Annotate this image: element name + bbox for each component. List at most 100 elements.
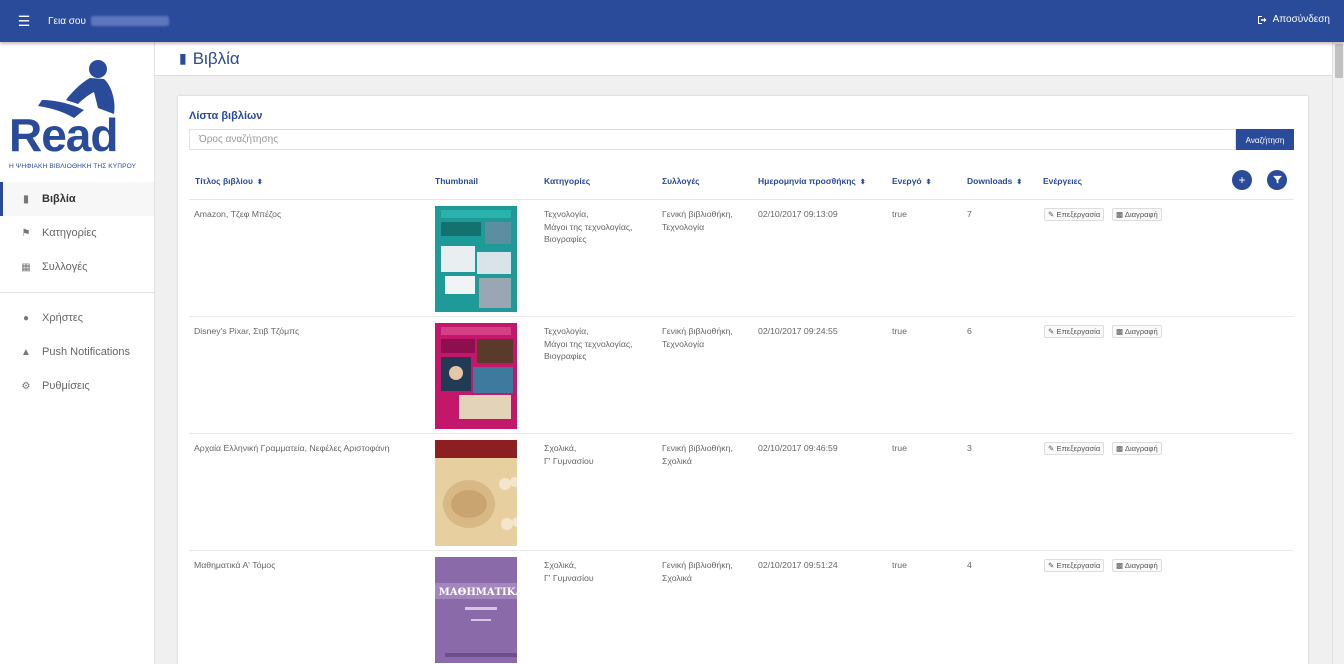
logout-label: Αποσύνδεση [1272, 14, 1330, 25]
book-icon: ▮ [23, 193, 29, 205]
book-title: Μαθηματικά Α' Τόμος [194, 560, 276, 570]
edit-label: Επεξεργασία [1056, 327, 1101, 336]
trash-icon: ▩ [1116, 327, 1124, 336]
column-header-active[interactable]: Ενεργό ⬍ [892, 176, 931, 186]
category-item: Μάγοι της τεχνολογίας, [544, 221, 633, 232]
book-thumbnail[interactable] [435, 440, 517, 546]
delete-label: Διαγραφή [1124, 444, 1158, 453]
table-row: Μαθηματικά Α' Τόμος ΜΑΘΗΜΑΤΙΚΑ Σχολικά, … [189, 551, 1294, 664]
search-input[interactable]: Όρος αναζήτησης [189, 129, 1236, 150]
column-header-actions: Ενέργειες [1043, 176, 1082, 186]
book-date: 02/10/2017 09:46:59 [758, 443, 838, 453]
sign-out-icon [1257, 15, 1267, 24]
page-header: ▮ Βιβλία [155, 42, 1332, 76]
table-row: Disney's Pixar, Στιβ Τζόμπς Τεχνολογία, … [189, 317, 1294, 434]
sidebar-nav: ▮ Βιβλία ⚑ Κατηγορίες ▦ Συλλογές ● Χρήστ… [0, 182, 154, 403]
book-title: Disney's Pixar, Στιβ Τζόμπς [194, 326, 300, 336]
delete-button[interactable]: ▩ Διαγραφή [1112, 325, 1162, 338]
plus-icon: + [1238, 173, 1246, 187]
vertical-scrollbar[interactable] [1332, 42, 1344, 664]
column-header-label: Ενεργό [892, 176, 922, 186]
book-date: 02/10/2017 09:51:24 [758, 560, 838, 570]
sort-icon: ⬍ [1016, 179, 1023, 186]
category-item: Σχολικά, [544, 443, 577, 453]
edit-button[interactable]: ✎ Επεξεργασία [1044, 559, 1105, 572]
column-header-date[interactable]: Ημερομηνία προσθήκης ⬍ [758, 176, 866, 186]
trash-icon: ▩ [1116, 210, 1124, 219]
delete-label: Διαγραφή [1124, 561, 1158, 570]
book-categories: Τεχνολογία, Μάγοι της τεχνολογίας, Βιογρ… [544, 325, 632, 363]
trash-icon: ▩ [1116, 561, 1124, 570]
sidebar-item-label: Push Notifications [42, 346, 131, 358]
sidebar-item-label: Συλλογές [42, 261, 88, 273]
sidebar-item-label: Κατηγορίες [42, 227, 97, 239]
sidebar-item-push-notifications[interactable]: ▲ Push Notifications [0, 335, 154, 369]
book-thumbnail[interactable]: ΜΑΘΗΜΑΤΙΚΑ [435, 557, 517, 663]
column-header-thumbnail: Thumbnail [435, 176, 478, 186]
add-book-button[interactable]: + [1232, 170, 1252, 190]
users-icon: ● [22, 312, 30, 324]
category-item: Γ' Γυμνασίου [544, 572, 594, 583]
edit-button[interactable]: ✎ Επεξεργασία [1044, 208, 1105, 221]
edit-button[interactable]: ✎ Επεξεργασία [1044, 442, 1105, 455]
svg-text:ΜΑΘΗΜΑΤΙΚΑ: ΜΑΘΗΜΑΤΙΚΑ [439, 587, 517, 598]
table-row: Amazon, Τζεφ Μπέζος Τεχνολογία, Μάγοι τη… [189, 200, 1294, 317]
sort-icon: ⬍ [859, 179, 866, 186]
logo-subtitle: Η ΨΗΦΙΑΚΗ ΒΙΒΛΙΟΘΗΚΗ ΤΗΣ ΚΥΠΡΟΥ [9, 163, 137, 170]
logout-button[interactable]: Αποσύνδεση [1257, 14, 1330, 25]
column-header-downloads[interactable]: Downloads ⬍ [967, 176, 1022, 186]
column-header-title[interactable]: Τίτλος βιβλίου ⬍ [195, 176, 263, 186]
book-collections: Γενική βιβλιοθήκη, Σχολικά [662, 442, 733, 467]
pencil-icon: ✎ [1048, 210, 1055, 219]
edit-button[interactable]: ✎ Επεξεργασία [1044, 325, 1105, 338]
menu-icon[interactable]: ☰ [0, 13, 48, 30]
collection-item: Γενική βιβλιοθήκη, [662, 560, 733, 570]
sidebar-item-categories[interactable]: ⚑ Κατηγορίες [0, 216, 154, 250]
book-active: true [892, 443, 907, 453]
scrollbar-thumb[interactable] [1335, 44, 1343, 78]
logo-wordmark: Read [9, 109, 118, 161]
column-header-label: Thumbnail [435, 176, 478, 186]
column-header-label: Ημερομηνία προσθήκης [758, 176, 856, 186]
category-item: Σχολικά, [544, 560, 577, 570]
column-header-label: Τίτλος βιβλίου [195, 176, 253, 186]
search-button[interactable]: Αναζήτηση [1236, 129, 1294, 150]
bell-icon: ▲ [21, 346, 31, 358]
sidebar-item-label: Ρυθμίσεις [42, 380, 90, 392]
book-downloads: 4 [967, 560, 972, 570]
greeting: Γεια σου [48, 16, 169, 27]
collection-item: Γενική βιβλιοθήκη, [662, 209, 733, 219]
delete-button[interactable]: ▩ Διαγραφή [1112, 559, 1162, 572]
collection-item: Σχολικά [662, 455, 692, 466]
book-title: Amazon, Τζεφ Μπέζος [194, 209, 282, 219]
book-categories: Σχολικά, Γ' Γυμνασίου [544, 442, 594, 467]
book-downloads: 7 [967, 209, 972, 219]
category-item: Βιογραφίες [544, 234, 587, 244]
book-thumbnail[interactable] [435, 323, 517, 429]
delete-button[interactable]: ▩ Διαγραφή [1112, 208, 1162, 221]
sidebar-item-label: Χρήστες [42, 312, 84, 324]
sidebar-item-collections[interactable]: ▦ Συλλογές [0, 250, 154, 284]
edit-label: Επεξεργασία [1056, 444, 1101, 453]
sidebar-item-books[interactable]: ▮ Βιβλία [0, 182, 154, 216]
collection-item: Τεχνολογία [662, 338, 705, 349]
book-downloads: 6 [967, 326, 972, 336]
book-thumbnail[interactable] [435, 206, 517, 312]
sidebar-item-settings[interactable]: ⚙ Ρυθμίσεις [0, 369, 154, 403]
redacted-username [90, 16, 169, 26]
book-downloads: 3 [967, 443, 972, 453]
book-active: true [892, 560, 907, 570]
sort-icon: ⬍ [925, 179, 932, 186]
filter-icon [1272, 175, 1282, 184]
filter-button[interactable] [1267, 170, 1287, 190]
trash-icon: ▩ [1116, 444, 1124, 453]
book-collections: Γενική βιβλιοθήκη, Σχολικά [662, 559, 733, 584]
book-icon: ▮ [179, 50, 187, 66]
sidebar-item-label: Βιβλία [42, 193, 76, 205]
sidebar-item-users[interactable]: ● Χρήστες [0, 301, 154, 335]
column-header-collections: Συλλογές [662, 176, 700, 186]
book-date: 02/10/2017 09:24:55 [758, 326, 838, 336]
category-item: Μάγοι της τεχνολογίας, [544, 338, 633, 349]
book-active: true [892, 326, 907, 336]
delete-button[interactable]: ▩ Διαγραφή [1112, 442, 1162, 455]
